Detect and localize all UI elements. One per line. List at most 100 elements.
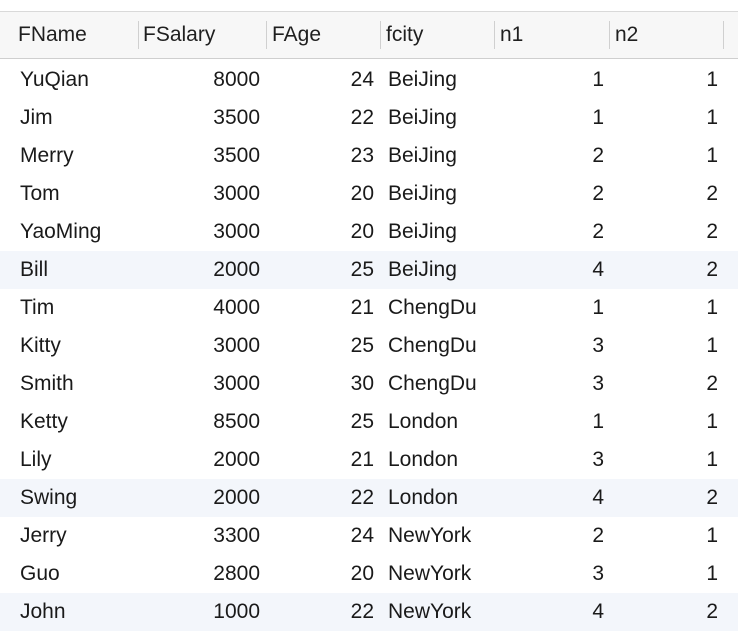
cell-fcity[interactable]: BeiJing: [388, 251, 457, 289]
cell-fsalary[interactable]: 2000: [213, 251, 260, 289]
cell-fage[interactable]: 22: [351, 593, 374, 631]
cell-fage[interactable]: 20: [351, 213, 374, 251]
cell-n1[interactable]: 3: [592, 555, 604, 593]
cell-fcity[interactable]: NewYork: [388, 593, 471, 631]
column-resize-handle[interactable]: [266, 21, 267, 49]
cell-fsalary[interactable]: 8500: [213, 403, 260, 441]
cell-fage[interactable]: 22: [351, 99, 374, 137]
cell-n1[interactable]: 4: [592, 251, 604, 289]
cell-fname[interactable]: Jerry: [20, 517, 67, 555]
column-resize-handle[interactable]: [609, 21, 610, 49]
cell-n2[interactable]: 2: [706, 251, 718, 289]
cell-n1[interactable]: 1: [592, 99, 604, 137]
table-row[interactable]: Jerry 3300 24 NewYork 2 1: [0, 517, 738, 555]
cell-fcity[interactable]: BeiJing: [388, 137, 457, 175]
cell-n2[interactable]: 2: [706, 213, 718, 251]
cell-n2[interactable]: 1: [706, 289, 718, 327]
table-row[interactable]: Guo 2800 20 NewYork 3 1: [0, 555, 738, 593]
table-row[interactable]: Tim 4000 21 ChengDu 1 1: [0, 289, 738, 327]
cell-fcity[interactable]: BeiJing: [388, 213, 457, 251]
cell-fsalary[interactable]: 2800: [213, 555, 260, 593]
column-resize-handle[interactable]: [138, 21, 139, 49]
cell-fage[interactable]: 24: [351, 61, 374, 99]
cell-n1[interactable]: 2: [592, 137, 604, 175]
table-row[interactable]: Tom 3000 20 BeiJing 2 2: [0, 175, 738, 213]
cell-fage[interactable]: 21: [351, 289, 374, 327]
cell-fcity[interactable]: NewYork: [388, 517, 471, 555]
cell-fname[interactable]: Tom: [20, 175, 60, 213]
cell-fage[interactable]: 20: [351, 555, 374, 593]
cell-n1[interactable]: 4: [592, 593, 604, 631]
cell-n2[interactable]: 1: [706, 517, 718, 555]
cell-fsalary[interactable]: 2000: [213, 441, 260, 479]
cell-n1[interactable]: 3: [592, 327, 604, 365]
cell-fcity[interactable]: BeiJing: [388, 99, 457, 137]
cell-fsalary[interactable]: 3000: [213, 175, 260, 213]
cell-fage[interactable]: 30: [351, 365, 374, 403]
cell-n2[interactable]: 1: [706, 137, 718, 175]
cell-fage[interactable]: 24: [351, 517, 374, 555]
cell-fname[interactable]: Swing: [20, 479, 77, 517]
cell-fname[interactable]: Tim: [20, 289, 54, 327]
cell-fage[interactable]: 25: [351, 403, 374, 441]
cell-n1[interactable]: 2: [592, 517, 604, 555]
cell-fsalary[interactable]: 3000: [213, 365, 260, 403]
column-header-fage[interactable]: FAge: [272, 12, 321, 58]
column-header-n2[interactable]: n2: [615, 12, 638, 58]
cell-fcity[interactable]: London: [388, 479, 458, 517]
column-header-n1[interactable]: n1: [500, 12, 523, 58]
cell-fage[interactable]: 23: [351, 137, 374, 175]
cell-fcity[interactable]: NewYork: [388, 555, 471, 593]
cell-n1[interactable]: 2: [592, 175, 604, 213]
cell-n1[interactable]: 1: [592, 61, 604, 99]
cell-fname[interactable]: Smith: [20, 365, 74, 403]
cell-n2[interactable]: 2: [706, 175, 718, 213]
cell-fsalary[interactable]: 4000: [213, 289, 260, 327]
cell-fsalary[interactable]: 8000: [213, 61, 260, 99]
cell-fage[interactable]: 21: [351, 441, 374, 479]
table-row[interactable]: Ketty 8500 25 London 1 1: [0, 403, 738, 441]
cell-n1[interactable]: 3: [592, 365, 604, 403]
cell-n1[interactable]: 4: [592, 479, 604, 517]
table-row[interactable]: Merry 3500 23 BeiJing 2 1: [0, 137, 738, 175]
cell-fname[interactable]: Bill: [20, 251, 48, 289]
cell-fsalary[interactable]: 3300: [213, 517, 260, 555]
cell-fage[interactable]: 25: [351, 327, 374, 365]
cell-fage[interactable]: 20: [351, 175, 374, 213]
cell-n2[interactable]: 1: [706, 441, 718, 479]
cell-n1[interactable]: 1: [592, 289, 604, 327]
table-row[interactable]: John 1000 22 NewYork 4 2: [0, 593, 738, 631]
cell-n2[interactable]: 1: [706, 61, 718, 99]
cell-fsalary[interactable]: 1000: [213, 593, 260, 631]
cell-fname[interactable]: Kitty: [20, 327, 61, 365]
column-header-fname[interactable]: FName: [18, 12, 87, 58]
cell-fname[interactable]: Guo: [20, 555, 60, 593]
cell-n2[interactable]: 2: [706, 365, 718, 403]
cell-fage[interactable]: 22: [351, 479, 374, 517]
cell-n2[interactable]: 2: [706, 593, 718, 631]
cell-fcity[interactable]: BeiJing: [388, 175, 457, 213]
column-resize-handle[interactable]: [380, 21, 381, 49]
column-header-fcity[interactable]: fcity: [386, 12, 423, 58]
table-row[interactable]: Lily 2000 21 London 3 1: [0, 441, 738, 479]
cell-fcity[interactable]: ChengDu: [388, 289, 477, 327]
cell-n2[interactable]: 1: [706, 555, 718, 593]
cell-fcity[interactable]: London: [388, 441, 458, 479]
cell-fsalary[interactable]: 3500: [213, 99, 260, 137]
cell-fname[interactable]: Lily: [20, 441, 52, 479]
cell-fname[interactable]: Merry: [20, 137, 74, 175]
cell-fsalary[interactable]: 3000: [213, 327, 260, 365]
cell-fname[interactable]: John: [20, 593, 66, 631]
cell-n2[interactable]: 1: [706, 327, 718, 365]
cell-fname[interactable]: Ketty: [20, 403, 68, 441]
table-row[interactable]: Kitty 3000 25 ChengDu 3 1: [0, 327, 738, 365]
column-resize-handle[interactable]: [723, 21, 724, 49]
cell-fsalary[interactable]: 3000: [213, 213, 260, 251]
cell-fname[interactable]: Jim: [20, 99, 53, 137]
cell-fsalary[interactable]: 2000: [213, 479, 260, 517]
table-row[interactable]: YuQian 8000 24 BeiJing 1 1: [0, 61, 738, 99]
cell-n2[interactable]: 1: [706, 403, 718, 441]
cell-n2[interactable]: 1: [706, 99, 718, 137]
cell-n1[interactable]: 1: [592, 403, 604, 441]
column-resize-handle[interactable]: [494, 21, 495, 49]
